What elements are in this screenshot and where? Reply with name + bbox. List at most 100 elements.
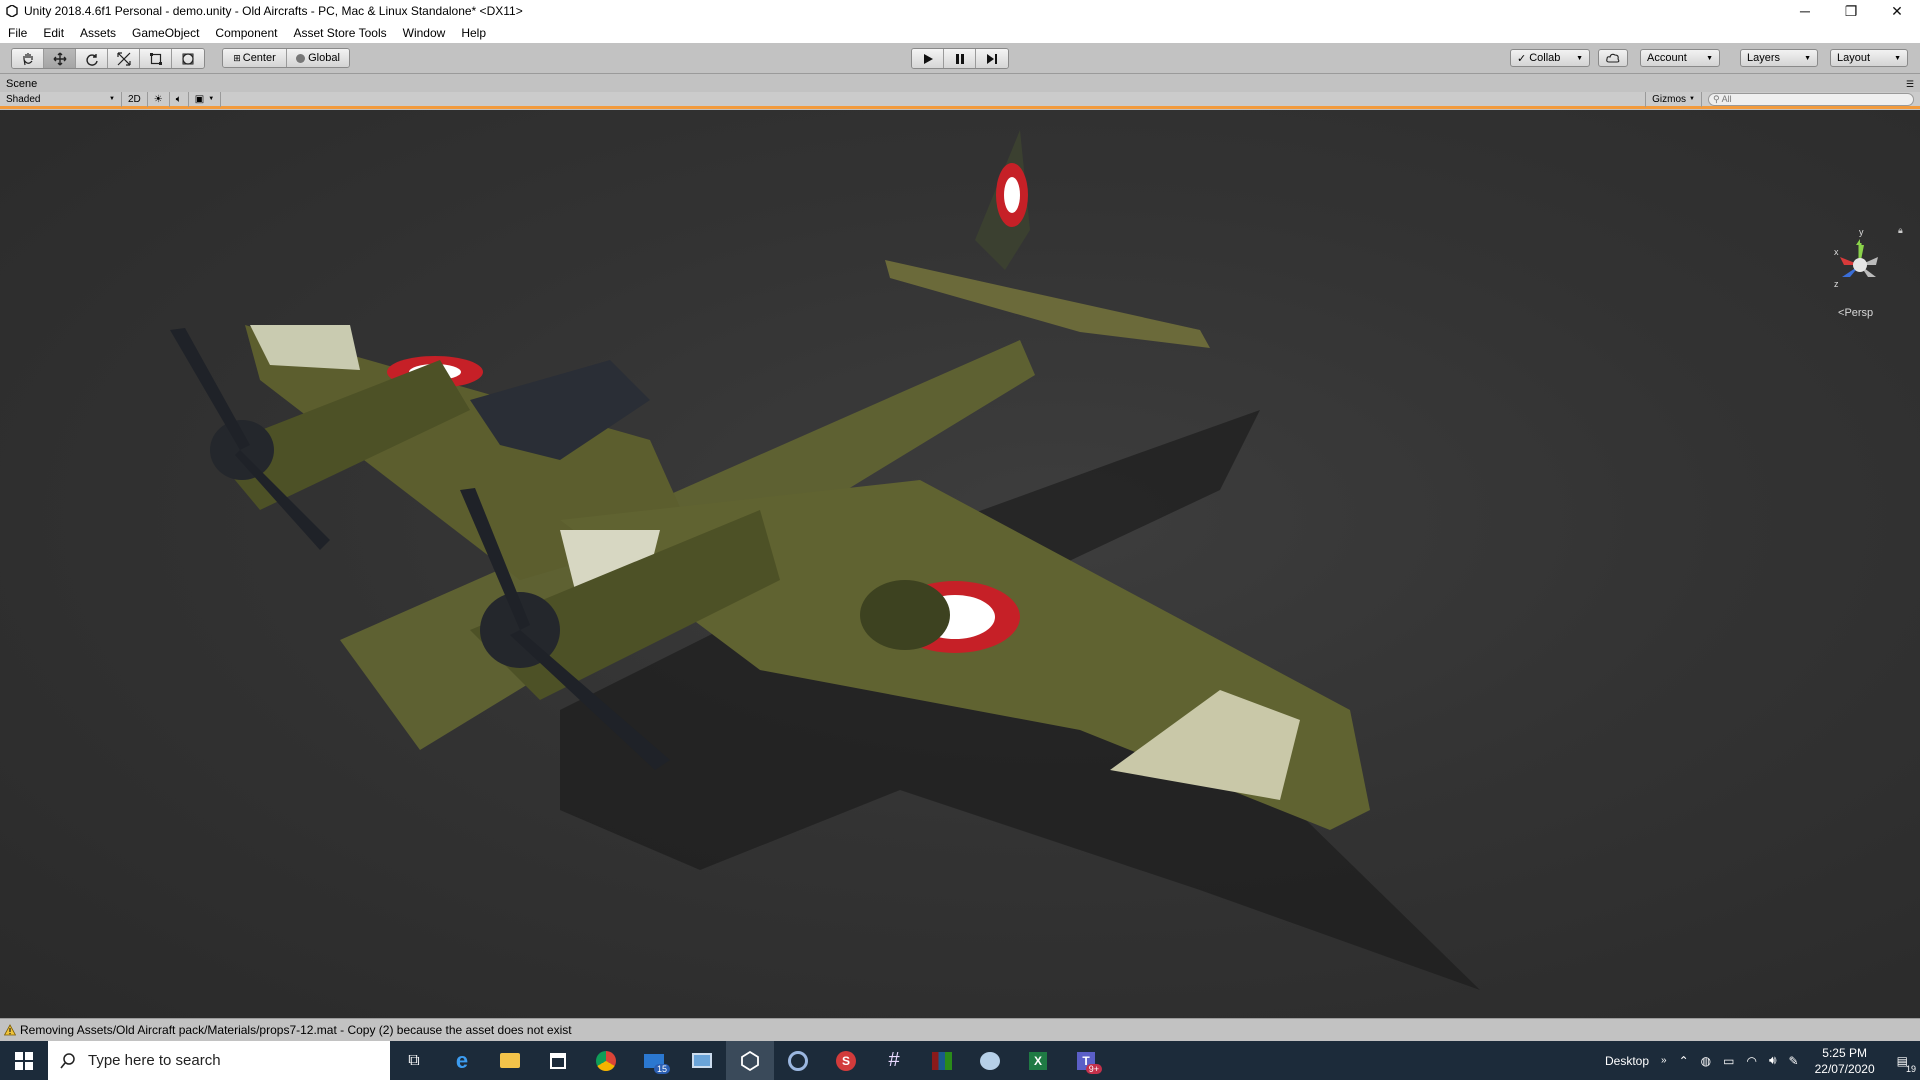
- menu-asset-store-tools[interactable]: Asset Store Tools: [285, 26, 394, 40]
- rect-tool-button[interactable]: [140, 49, 172, 68]
- menu-assets[interactable]: Assets: [72, 26, 124, 40]
- tab-scene[interactable]: Scene: [0, 78, 37, 90]
- restore-button[interactable]: ❐: [1828, 0, 1874, 22]
- chevron-down-icon: ▼: [1576, 54, 1583, 62]
- chevron-down-icon: ▼: [109, 96, 115, 102]
- scene-viewport[interactable]: y x z 🔒︎ <Persp: [0, 110, 1920, 1018]
- image-effects-icon: ▣: [194, 93, 205, 105]
- audio-toggle[interactable]: 🔈︎: [170, 91, 189, 107]
- chevron-down-icon: ▼: [1706, 54, 1713, 62]
- slack-icon: #: [888, 1049, 900, 1071]
- toggle-2d-button[interactable]: 2D: [122, 91, 148, 107]
- projection-toggle[interactable]: <Persp: [1838, 307, 1873, 319]
- draw-mode-dropdown[interactable]: Shaded ▼: [0, 91, 122, 107]
- teams-badge: 9+: [1085, 1064, 1102, 1074]
- step-icon: [987, 53, 997, 64]
- tab-menu-icon[interactable]: ☰: [1906, 79, 1914, 90]
- move-tool-button[interactable]: [44, 49, 76, 68]
- effects-dropdown[interactable]: ▣ ▼: [189, 91, 222, 107]
- chevron-down-icon: ▼: [208, 96, 215, 102]
- close-button[interactable]: ✕: [1874, 0, 1920, 22]
- pivot-mode-button[interactable]: ⊞ Center: [223, 49, 287, 67]
- scene-orientation-gizmo[interactable]: y x z 🔒︎ <Persp: [1820, 225, 1903, 325]
- gizmos-dropdown[interactable]: Gizmos ▼: [1645, 91, 1702, 107]
- scene-search-placeholder: All: [1721, 94, 1732, 104]
- taskbar-s-app[interactable]: S: [822, 1041, 870, 1080]
- scale-icon: [116, 51, 131, 66]
- account-dropdown[interactable]: Account ▼: [1640, 49, 1720, 67]
- notification-count: 19: [1905, 1063, 1916, 1074]
- transform-tool-button[interactable]: [172, 49, 204, 68]
- taskbar-file-explorer[interactable]: [486, 1041, 534, 1080]
- taskbar-excel[interactable]: X: [1014, 1041, 1062, 1080]
- hand-tool-button[interactable]: [12, 49, 44, 68]
- hand-icon: [22, 52, 33, 65]
- toggle-2d-label: 2D: [128, 93, 141, 105]
- pivot-rotation-button[interactable]: Global: [287, 49, 349, 67]
- menu-edit[interactable]: Edit: [35, 26, 72, 40]
- collab-dropdown[interactable]: ✓ Collab ▼: [1510, 49, 1590, 67]
- taskbar-cortana-app[interactable]: [774, 1041, 822, 1080]
- taskbar-mail[interactable]: 15: [630, 1041, 678, 1080]
- taskbar-remote-desktop[interactable]: [678, 1041, 726, 1080]
- pen-ink-icon[interactable]: ✎: [1783, 1054, 1805, 1068]
- clock-date: 22/07/2020: [1814, 1061, 1875, 1076]
- menu-window[interactable]: Window: [395, 26, 454, 40]
- taskbar-clock[interactable]: 5:25 PM 22/07/2020: [1805, 1045, 1885, 1077]
- chevron-down-icon: ▼: [1804, 54, 1811, 62]
- aircraft-model: [170, 130, 1480, 990]
- wifi-icon[interactable]: ◠: [1740, 1054, 1762, 1068]
- notification-center-button[interactable]: ▤ 19: [1885, 1054, 1920, 1074]
- collab-label: Collab: [1529, 52, 1561, 64]
- draw-mode-label: Shaded: [6, 93, 41, 105]
- taskbar-slack[interactable]: #: [870, 1041, 918, 1080]
- layout-dropdown[interactable]: Layout ▼: [1830, 49, 1908, 67]
- taskbar-teams[interactable]: T 9+: [1062, 1041, 1110, 1080]
- lighting-toggle[interactable]: ☀: [148, 91, 170, 107]
- menu-file[interactable]: File: [0, 26, 35, 40]
- network-globe-icon[interactable]: ◍: [1695, 1054, 1717, 1068]
- menu-gameobject[interactable]: GameObject: [124, 26, 207, 40]
- taskbar-unity[interactable]: [726, 1041, 774, 1080]
- taskbar-winrar[interactable]: [918, 1041, 966, 1080]
- scale-tool-button[interactable]: [108, 49, 140, 68]
- step-button[interactable]: [976, 49, 1008, 68]
- unity-logo-icon: [4, 3, 20, 19]
- desktop-toolbar-label[interactable]: Desktop: [1599, 1054, 1655, 1068]
- monitor-icon: [692, 1053, 712, 1068]
- rotate-tool-button[interactable]: [76, 49, 108, 68]
- start-button[interactable]: [0, 1041, 48, 1080]
- battery-icon[interactable]: ▭: [1717, 1054, 1740, 1068]
- taskbar-store[interactable]: [534, 1041, 582, 1080]
- layers-label: Layers: [1747, 52, 1781, 64]
- taskbar-search-box[interactable]: Type here to search: [48, 1041, 390, 1080]
- gizmos-label: Gizmos: [1652, 93, 1687, 105]
- chevron-double-right-icon[interactable]: »: [1655, 1055, 1673, 1066]
- transform-tools: [11, 48, 205, 69]
- console-status-bar[interactable]: Removing Assets/Old Aircraft pack/Materi…: [0, 1018, 1920, 1041]
- taskbar-chrome[interactable]: [582, 1041, 630, 1080]
- window-title: Unity 2018.4.6f1 Personal - demo.unity -…: [24, 4, 523, 18]
- volume-icon[interactable]: 🔊︎: [1763, 1053, 1783, 1068]
- menu-component[interactable]: Component: [207, 26, 285, 40]
- clock-time: 5:25 PM: [1822, 1045, 1867, 1060]
- rect-tool-icon: [149, 52, 162, 65]
- play-button[interactable]: [912, 49, 944, 68]
- task-view-button[interactable]: ⧉: [390, 1041, 438, 1080]
- minimize-button[interactable]: ─: [1782, 0, 1828, 22]
- transform-icon: [182, 52, 194, 65]
- search-icon: [60, 1052, 75, 1068]
- scene-search-input[interactable]: ⚲ All: [1708, 92, 1914, 106]
- pause-button[interactable]: [944, 49, 976, 68]
- taskbar-paint-app[interactable]: [966, 1041, 1014, 1080]
- chevron-up-icon[interactable]: ⌃: [1673, 1054, 1695, 1068]
- axis-gizmo-icon: y x z: [1834, 227, 1878, 289]
- menu-help[interactable]: Help: [453, 26, 494, 40]
- rotate-icon: [85, 53, 98, 66]
- search-icon: ⚲: [1713, 93, 1720, 104]
- taskbar-edge[interactable]: e: [438, 1041, 486, 1080]
- layers-dropdown[interactable]: Layers ▼: [1740, 49, 1818, 67]
- cloud-button[interactable]: [1598, 49, 1628, 67]
- lock-icon[interactable]: 🔒︎: [1898, 225, 1908, 235]
- mail-badge: 15: [653, 1064, 670, 1074]
